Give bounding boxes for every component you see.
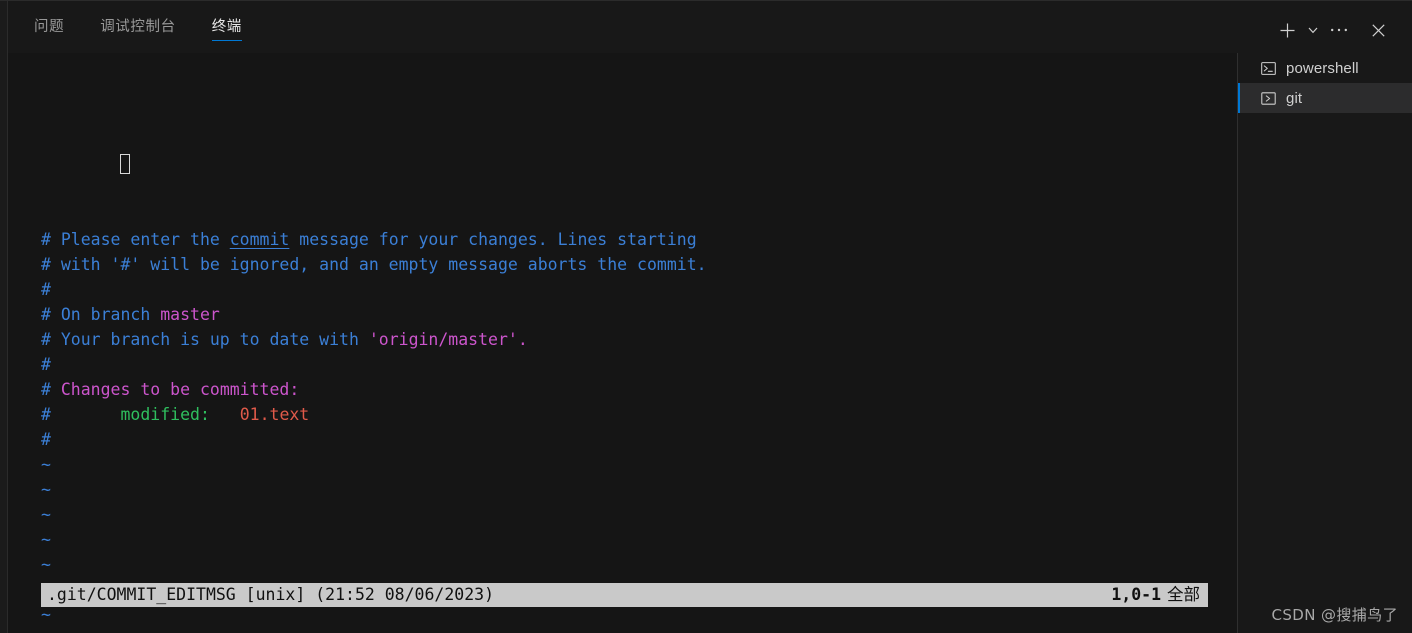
terminal-text-segment: # Your branch is up to date with <box>41 330 369 349</box>
tab-problems-label: 问题 <box>34 18 65 35</box>
panel-tabs: 问题 调试控制台 终端 <box>8 1 278 49</box>
powershell-prompt-icon <box>1260 60 1277 77</box>
close-panel-button[interactable] <box>1362 17 1394 43</box>
terminal-text-segment: ~ <box>41 505 51 524</box>
left-rail <box>0 1 8 633</box>
terminal-text-segment: modified: <box>120 405 240 424</box>
terminal-list-item-git[interactable]: git <box>1238 83 1412 113</box>
vim-scroll-indicator: 全部 <box>1167 585 1200 604</box>
panel-header-actions <box>1272 17 1394 43</box>
text-cursor <box>120 154 131 174</box>
terminal-panel-window: 问题 调试控制台 终端 # Please enter the commit me… <box>0 0 1412 633</box>
terminal-line: # <box>41 427 1237 452</box>
terminal-viewport[interactable]: # Please enter the commit message for yo… <box>8 53 1237 633</box>
terminal-line: ~ <box>41 502 1237 527</box>
vim-statusline-position: 1,0-1 全部 <box>1032 559 1202 631</box>
terminal-text-segment: 01.text <box>239 405 310 424</box>
terminal-line: # <box>41 352 1237 377</box>
terminal-text-segment: commit <box>229 230 290 249</box>
terminal-line: # with '#' will be ignored, and an empty… <box>41 252 1237 277</box>
terminal-line: # <box>41 277 1237 302</box>
tab-terminal-label: 终端 <box>211 18 242 35</box>
terminal-line: # Your branch is up to date with 'origin… <box>41 327 1237 352</box>
terminal-text-segment: master <box>160 305 220 324</box>
tab-debug-console[interactable]: 调试控制台 <box>100 1 176 49</box>
panel-more-actions-button[interactable] <box>1324 17 1354 43</box>
terminal-line: # modified: 01.text <box>41 402 1237 427</box>
terminal-line: # On branch master <box>41 302 1237 327</box>
terminal-text-segment: 'origin/master'. <box>368 330 528 349</box>
terminal-line: # Changes to be committed: <box>41 377 1237 402</box>
terminal-list-item-powershell[interactable]: powershell <box>1238 53 1412 83</box>
tab-problems[interactable]: 问题 <box>34 1 64 49</box>
terminal-text-segment: # <box>41 430 51 449</box>
terminal-line: ~ <box>41 527 1237 552</box>
terminal-text-segment: message for your changes. Lines starting <box>289 230 697 249</box>
terminal-tabs-list: powershell git <box>1237 53 1412 633</box>
terminal-list-item-powershell-label: powershell <box>1286 59 1359 77</box>
vim-statusline: .git/COMMIT_EDITMSG [unix] (21:52 08/06/… <box>41 583 1208 607</box>
terminal-line: ~ <box>41 477 1237 502</box>
terminal-text-segment: ~ <box>41 555 51 574</box>
terminal-cursor-line <box>41 127 1237 174</box>
terminal-line: # Please enter the commit message for yo… <box>41 227 1237 252</box>
vim-cursor-position: 1,0-1 <box>1111 585 1161 604</box>
tab-debug-console-label: 调试控制台 <box>100 18 176 35</box>
terminal-text-segment: ~ <box>41 480 51 499</box>
chevron-right-box-icon <box>1260 90 1277 107</box>
terminal-text-segment: # <box>41 280 51 299</box>
vim-statusline-file: .git/COMMIT_EDITMSG [unix] (21:52 08/06/… <box>47 585 495 604</box>
terminal-text-segment: ~ <box>41 530 51 549</box>
terminal-text-segment: # with '#' will be ignored, and an empty… <box>41 255 707 274</box>
terminal-list-item-git-label: git <box>1286 89 1303 107</box>
terminal-text-segment: # On branch <box>41 305 161 324</box>
terminal-line: ~ <box>41 452 1237 477</box>
new-terminal-button[interactable] <box>1272 17 1302 43</box>
terminal-text-buffer[interactable]: # Please enter the commit message for yo… <box>8 53 1237 633</box>
terminal-text-segment: ~ <box>41 605 51 624</box>
terminal-text-segment: # <box>41 405 121 424</box>
terminal-text-segment: # Please enter the <box>41 230 230 249</box>
new-terminal-dropdown-button[interactable] <box>1302 17 1324 43</box>
terminal-text-segment: # <box>41 380 61 399</box>
panel-header: 问题 调试控制台 终端 <box>8 1 1412 53</box>
tab-terminal[interactable]: 终端 <box>211 1 243 49</box>
terminal-text-segment: # <box>41 355 51 374</box>
terminal-text-segment: ~ <box>41 455 51 474</box>
terminal-text-segment: Changes to be committed: <box>60 380 300 399</box>
